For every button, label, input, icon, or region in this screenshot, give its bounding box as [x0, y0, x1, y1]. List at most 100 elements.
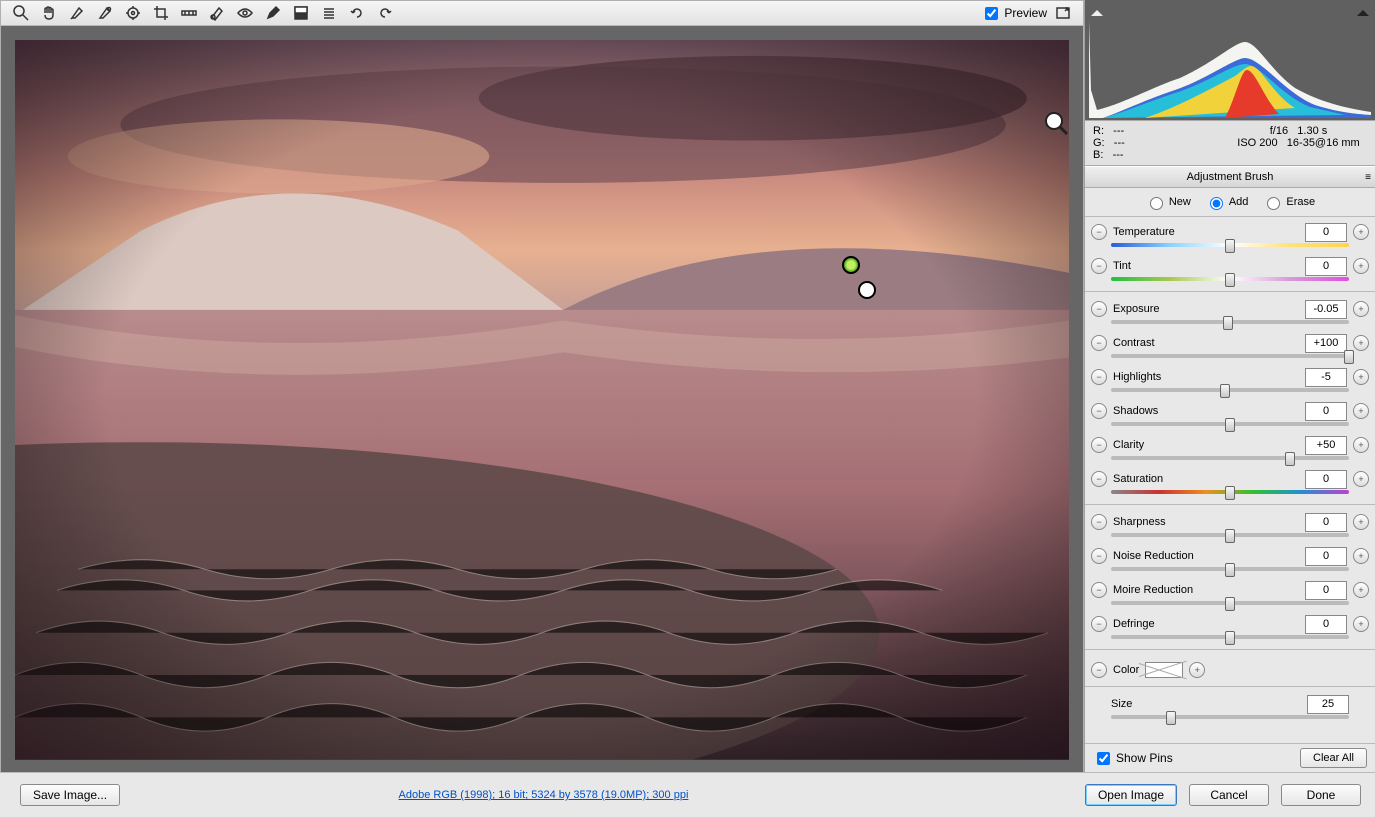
slider-track-tint[interactable] [1111, 275, 1349, 283]
zoom-out-overlay-icon[interactable] [1043, 110, 1069, 138]
plus-icon[interactable]: + [1353, 471, 1369, 487]
spot-removal-icon[interactable] [205, 1, 229, 25]
slider-value-shadows[interactable] [1305, 402, 1347, 421]
minus-icon[interactable]: − [1091, 335, 1107, 351]
slider-track-exposure[interactable] [1111, 318, 1349, 326]
plus-icon[interactable]: + [1353, 224, 1369, 240]
slider-track-sharpness[interactable] [1111, 531, 1349, 539]
slider-value-exposure[interactable] [1305, 300, 1347, 319]
slider-track-defringe[interactable] [1111, 633, 1349, 641]
slider-value-clarity[interactable] [1305, 436, 1347, 455]
slider-track-shadows[interactable] [1111, 420, 1349, 428]
image-canvas[interactable] [15, 40, 1069, 760]
slider-track-noise[interactable] [1111, 565, 1349, 573]
slider-value-highlights[interactable] [1305, 368, 1347, 387]
slider-value-sharpness[interactable] [1305, 513, 1347, 532]
mode-new[interactable]: New [1145, 194, 1191, 210]
plus-icon[interactable]: + [1353, 548, 1369, 564]
slider-value-temperature[interactable] [1305, 223, 1347, 242]
color-swatch[interactable] [1145, 662, 1183, 678]
exif-readout: R: --- G: --- B: --- f/16 1.30 s ISO 200… [1085, 120, 1375, 166]
slider-value-contrast[interactable] [1305, 334, 1347, 353]
slider-label-tint: Tint [1113, 260, 1299, 272]
footer: Save Image... Adobe RGB (1998); 16 bit; … [0, 772, 1375, 817]
minus-icon[interactable]: − [1091, 548, 1107, 564]
color-sampler-icon[interactable] [93, 1, 117, 25]
slider-track-saturation[interactable] [1111, 488, 1349, 496]
panel-header: Adjustment Brush ≡ [1085, 166, 1375, 188]
rotate-ccw-icon[interactable] [345, 1, 369, 25]
cancel-button[interactable]: Cancel [1189, 784, 1269, 806]
minus-icon[interactable]: − [1091, 403, 1107, 419]
plus-icon[interactable]: + [1353, 437, 1369, 453]
slider-track-moire[interactable] [1111, 599, 1349, 607]
minus-icon[interactable]: − [1091, 471, 1107, 487]
plus-icon[interactable]: + [1353, 582, 1369, 598]
minus-icon[interactable]: − [1091, 616, 1107, 632]
plus-icon[interactable]: + [1353, 514, 1369, 530]
minus-icon[interactable]: − [1091, 662, 1107, 678]
clear-all-button[interactable]: Clear All [1300, 748, 1367, 768]
done-button[interactable]: Done [1281, 784, 1361, 806]
slider-label-shadows: Shadows [1113, 405, 1299, 417]
fullscreen-icon[interactable] [1051, 1, 1075, 25]
adjustment-brush-icon[interactable] [261, 1, 285, 25]
slider-track-highlights[interactable] [1111, 386, 1349, 394]
show-pins-checkbox[interactable]: Show Pins [1093, 749, 1173, 768]
minus-icon[interactable]: − [1091, 582, 1107, 598]
target-adjust-icon[interactable] [121, 1, 145, 25]
plus-icon[interactable]: + [1189, 662, 1205, 678]
plus-icon[interactable]: + [1353, 369, 1369, 385]
shadow-clip-icon[interactable] [1091, 4, 1103, 16]
preview-checkbox[interactable]: Preview [981, 4, 1047, 23]
minus-icon[interactable]: − [1091, 369, 1107, 385]
slider-label-noise: Noise Reduction [1113, 550, 1299, 562]
slider-value-moire[interactable] [1305, 581, 1347, 600]
size-value[interactable] [1307, 695, 1349, 714]
crop-icon[interactable] [149, 1, 173, 25]
slider-value-noise[interactable] [1305, 547, 1347, 566]
plus-icon[interactable]: + [1353, 403, 1369, 419]
white-balance-icon[interactable] [65, 1, 89, 25]
histogram[interactable] [1085, 0, 1375, 120]
redeye-icon[interactable] [233, 1, 257, 25]
minus-icon[interactable]: − [1091, 224, 1107, 240]
size-label: Size [1111, 698, 1301, 710]
slider-label-sharpness: Sharpness [1113, 516, 1299, 528]
zoom-icon[interactable] [9, 1, 33, 25]
size-slider[interactable] [1111, 713, 1349, 721]
slider-value-saturation[interactable] [1305, 470, 1347, 489]
plus-icon[interactable]: + [1353, 616, 1369, 632]
highlight-clip-icon[interactable] [1357, 4, 1369, 16]
slider-track-clarity[interactable] [1111, 454, 1349, 462]
graduated-filter-icon[interactable] [289, 1, 313, 25]
minus-icon[interactable]: − [1091, 301, 1107, 317]
slider-value-tint[interactable] [1305, 257, 1347, 276]
save-image-button[interactable]: Save Image... [20, 784, 120, 806]
panel-menu-icon[interactable]: ≡ [1365, 172, 1369, 183]
plus-icon[interactable]: + [1353, 301, 1369, 317]
metadata-link[interactable]: Adobe RGB (1998); 16 bit; 5324 by 3578 (… [14, 789, 1073, 801]
straighten-icon[interactable] [177, 1, 201, 25]
plus-icon[interactable]: + [1353, 258, 1369, 274]
mode-erase[interactable]: Erase [1262, 194, 1315, 210]
slider-label-exposure: Exposure [1113, 303, 1299, 315]
preview-label: Preview [1004, 6, 1047, 20]
mode-add[interactable]: Add [1205, 194, 1249, 210]
open-image-button[interactable]: Open Image [1085, 784, 1177, 806]
minus-icon[interactable]: − [1091, 258, 1107, 274]
hand-icon[interactable] [37, 1, 61, 25]
rotate-cw-icon[interactable] [373, 1, 397, 25]
plus-icon[interactable]: + [1353, 335, 1369, 351]
slider-label-clarity: Clarity [1113, 439, 1299, 451]
minus-icon[interactable]: − [1091, 514, 1107, 530]
slider-label-contrast: Contrast [1113, 337, 1299, 349]
slider-label-highlights: Highlights [1113, 371, 1299, 383]
minus-icon[interactable]: − [1091, 437, 1107, 453]
radial-filter-icon[interactable] [317, 1, 341, 25]
slider-label-temperature: Temperature [1113, 226, 1299, 238]
slider-track-temperature[interactable] [1111, 241, 1349, 249]
slider-label-saturation: Saturation [1113, 473, 1299, 485]
slider-value-defringe[interactable] [1305, 615, 1347, 634]
slider-track-contrast[interactable] [1111, 352, 1349, 360]
